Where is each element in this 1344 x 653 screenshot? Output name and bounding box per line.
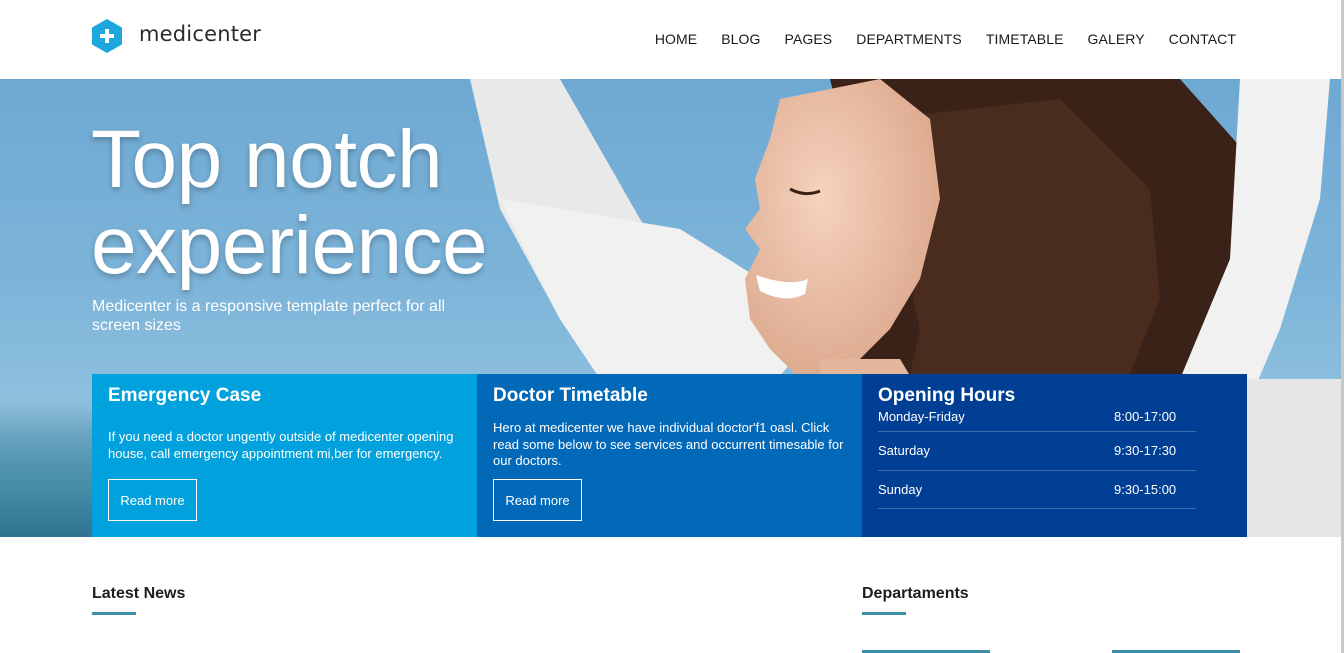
latest-news-underline xyxy=(92,612,136,615)
hero-subtitle: Medicenter is a responsive template perf… xyxy=(92,298,446,334)
timetable-read-more-button[interactable]: Read more xyxy=(493,479,582,521)
departments-heading: Departaments xyxy=(862,585,969,602)
emergency-case-text: If you need a doctor ungently outside of… xyxy=(108,429,454,461)
hours-row: Saturday 9:30-17:30 xyxy=(878,432,1196,471)
doctor-timetable-title: Doctor Timetable xyxy=(493,385,648,406)
main-nav: HOME BLOG PAGES DEPARTMENTS TIMETABLE GA… xyxy=(655,31,1236,47)
nav-item-timetable[interactable]: TIMETABLE xyxy=(986,31,1064,47)
hero-title-line-2: experience xyxy=(91,200,488,291)
hero-title-line-1: Top notch xyxy=(91,114,443,205)
opening-hours-box: Opening Hours Monday-Friday 8:00-17:00 S… xyxy=(862,374,1247,537)
hours-time: 8:00-17:00 xyxy=(1114,409,1177,424)
doctor-timetable-box: Doctor Timetable Hero at medicenter we h… xyxy=(477,374,862,537)
plus-hexagon-icon xyxy=(92,19,122,53)
nav-item-pages[interactable]: PAGES xyxy=(785,31,833,47)
nav-item-galery[interactable]: GALERY xyxy=(1088,31,1145,47)
departments-underline xyxy=(862,612,906,615)
nav-item-contact[interactable]: CONTACT xyxy=(1169,31,1236,47)
nav-item-home[interactable]: HOME xyxy=(655,31,697,47)
hours-row: Sunday 9:30-15:00 xyxy=(878,471,1196,509)
logo[interactable]: medicenter xyxy=(92,19,261,53)
doctor-timetable-text: Hero at medicenter we have individual do… xyxy=(493,420,844,468)
hours-row: Monday-Friday 8:00-17:00 xyxy=(878,408,1196,432)
latest-news-heading: Latest News xyxy=(92,585,186,602)
brand-name: medicenter xyxy=(139,22,262,46)
info-boxes: Emergency Case If you need a doctor unge… xyxy=(92,374,1247,537)
hours-time: 9:30-17:30 xyxy=(1114,443,1177,459)
hours-time: 9:30-15:00 xyxy=(1114,481,1177,497)
opening-hours-title: Opening Hours xyxy=(878,385,1016,406)
emergency-case-title: Emergency Case xyxy=(108,385,262,406)
emergency-case-box: Emergency Case If you need a doctor unge… xyxy=(92,374,477,537)
site-header: medicenter HOME BLOG PAGES DEPARTMENTS T… xyxy=(0,0,1344,79)
hours-day: Monday-Friday xyxy=(878,409,965,424)
nav-item-blog[interactable]: BLOG xyxy=(721,31,760,47)
opening-hours-table: Monday-Friday 8:00-17:00 Saturday 9:30-1… xyxy=(878,408,1196,509)
nav-item-departments[interactable]: DEPARTMENTS xyxy=(856,31,962,47)
hours-day: Sunday xyxy=(878,481,923,497)
hours-day: Saturday xyxy=(878,443,931,459)
emergency-read-more-button[interactable]: Read more xyxy=(108,479,197,521)
hero-title: Top notch experience xyxy=(91,114,488,291)
